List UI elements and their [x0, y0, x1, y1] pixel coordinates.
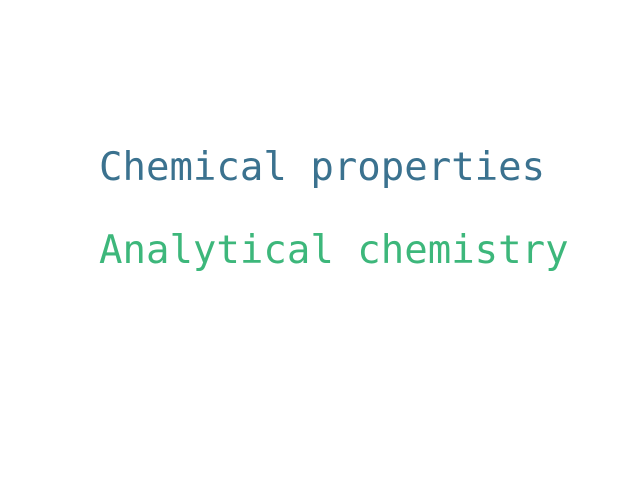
- word-cloud: Chemical properties Analytical chemistry: [0, 0, 640, 480]
- term-chemical-properties: Chemical properties: [99, 145, 546, 190]
- term-analytical-chemistry: Analytical chemistry: [99, 228, 569, 273]
